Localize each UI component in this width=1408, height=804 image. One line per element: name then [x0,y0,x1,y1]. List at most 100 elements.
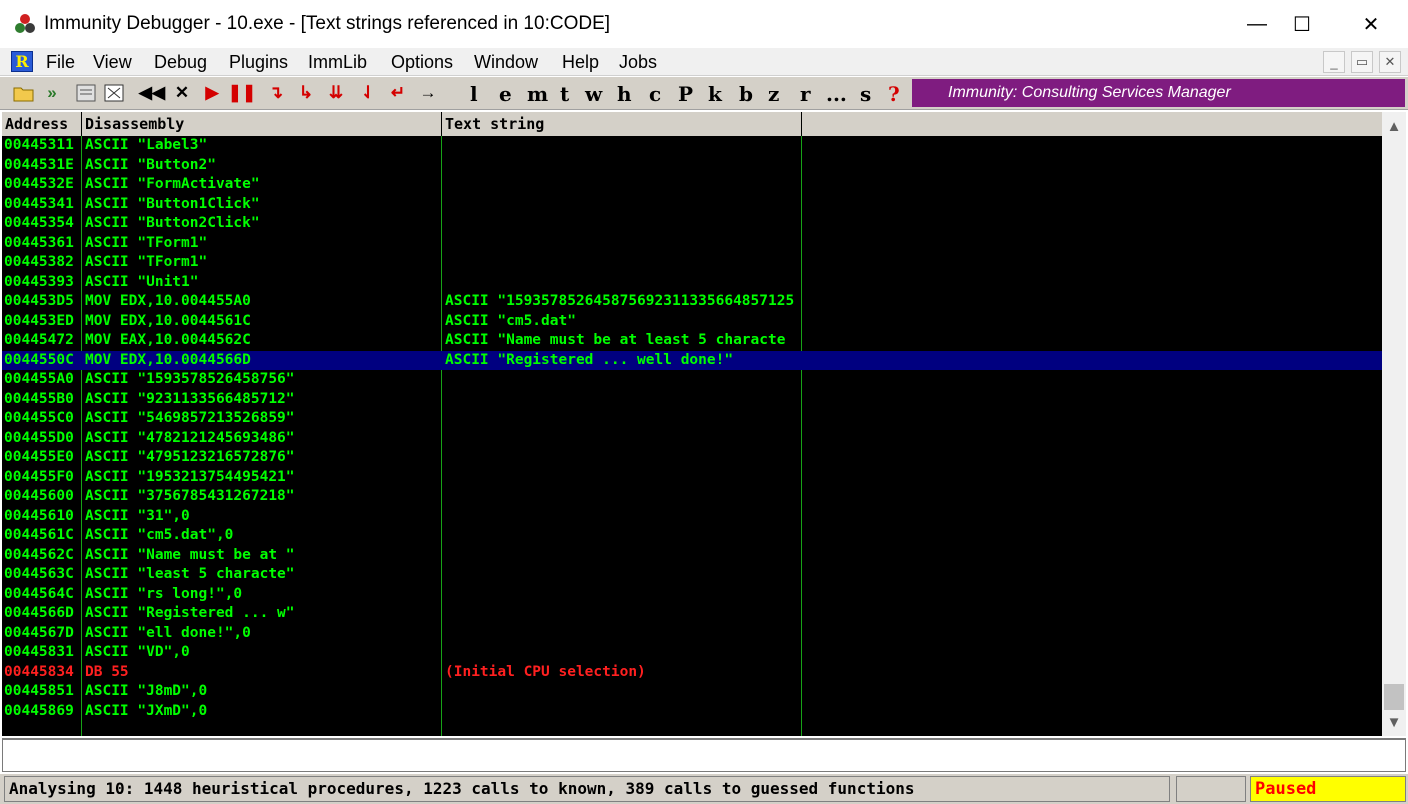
executable-modules-button[interactable]: e [499,82,512,106]
table-row[interactable]: 004455C0 ASCII "5469857213526859" [2,409,1382,429]
table-row[interactable]: 0044531E ASCII "Button2" [2,156,1382,176]
help-button[interactable]: ? [888,82,900,106]
table-row[interactable]: 004453D5 MOV EDX,10.004455A0 ASCII "159357… [2,292,1382,312]
minimize-button[interactable]: — [1232,0,1282,48]
column-disassembly[interactable]: Disassembly [82,112,442,136]
threads-button[interactable]: t [560,82,569,106]
table-row[interactable]: 00445610 ASCII "31",0 [2,507,1382,527]
table-row[interactable]: 00445354 ASCII "Button2Click" [2,214,1382,234]
mdi-close-button[interactable]: ✕ [1379,51,1401,73]
scroll-down-icon[interactable]: ▼ [1382,710,1406,734]
menu-debug[interactable]: Debug [154,52,207,73]
rewind-icon[interactable]: ◀◀ [139,82,165,104]
execute-till-return-icon[interactable]: ↵ [386,82,410,104]
disassembly-cell: ASCII "31",0 [85,507,190,524]
cpu-button[interactable]: c [649,82,661,106]
call-stack-button[interactable]: k [708,82,722,106]
trace-into-icon[interactable]: ⇊ [324,82,348,104]
menu-bar: R File View Debug Plugins ImmLib Options… [0,48,1408,76]
table-row[interactable]: 00445311 ASCII "Label3" [2,136,1382,156]
address-cell: 0044567D [4,624,74,641]
menu-file[interactable]: File [46,52,75,73]
table-row[interactable]: 004455F0 ASCII "1953213754495421" [2,468,1382,488]
table-row[interactable]: 00445851 ASCII "J8mD",0 [2,682,1382,702]
disassembly-cell: ASCII "VD",0 [85,644,190,660]
grid-icon[interactable] [102,82,126,104]
hardware-breakpoints-button[interactable]: z [768,82,779,106]
close-button[interactable]: ✕ [1346,0,1396,48]
scrollbar-thumb[interactable] [1384,684,1404,710]
mdi-restore-button[interactable]: ▭ [1351,51,1373,73]
table-row[interactable]: 00445600 ASCII "3756785431267218" [2,487,1382,507]
table-row[interactable]: 00445831 ASCII "VD",0 [2,643,1382,663]
table-row[interactable]: 00445341 ASCII "Button1Click" [2,195,1382,215]
table-row[interactable]: 0044563C ASCII "least 5 characte" [2,565,1382,585]
patches-button[interactable]: P [678,82,693,106]
column-header: Address Disassembly Text string [2,112,1382,136]
maximize-button[interactable]: ☐ [1277,0,1327,48]
restart-icon[interactable]: » [40,82,64,104]
table-row[interactable]: 00445472 MOV EAX,10.0044562C ASCII "Name m… [2,331,1382,351]
handles-button[interactable]: h [617,82,632,106]
disassembly-cell: ASCII "JXmD",0 [85,702,208,719]
text-string-cell: ASCII "Registered ... well done!" [445,351,734,368]
run-trace-button[interactable]: ... [826,82,847,106]
step-into-icon[interactable]: ↴ [264,82,288,104]
menu-view[interactable]: View [93,52,132,73]
table-row[interactable]: 0044562C ASCII "Name must be at " [2,546,1382,566]
consulting-banner[interactable]: Immunity: Consulting Services Manager [912,79,1405,107]
table-row[interactable]: 00445869 ASCII "JXmD",0 [2,702,1382,722]
table-row[interactable]: 004455B0 ASCII "9231133566485712" [2,390,1382,410]
scroll-up-icon[interactable]: ▲ [1382,114,1406,138]
column-text-string[interactable]: Text string [442,112,802,136]
table-row[interactable]: 0044564C ASCII "rs long!",0 [2,585,1382,605]
strings-list[interactable]: 00445311 ASCII "Label3" 0044531E ASCII "But… [2,136,1382,736]
run-icon[interactable]: ▶ [200,82,224,104]
close-process-icon[interactable]: ✕ [170,82,194,104]
table-row[interactable]: 004455D0 ASCII "4782121245693486" [2,429,1382,449]
open-folder-icon[interactable] [12,82,36,104]
log-window-button[interactable]: l [470,82,478,106]
vertical-scrollbar[interactable]: ▲ ▼ [1382,112,1406,736]
command-line-input[interactable] [2,738,1406,772]
go-to-icon[interactable]: → [416,82,440,104]
table-row[interactable]: 00445382 ASCII "TForm1" [2,253,1382,273]
mdi-minimize-button[interactable]: _ [1323,51,1345,73]
table-row[interactable]: 0044566D ASCII "Registered ... w" [2,604,1382,624]
table-row[interactable]: 00445834 DB 55 (Initial CPU selection) [2,663,1382,683]
table-row[interactable]: 0044567D ASCII "ell done!",0 [2,624,1382,644]
step-over-icon[interactable]: ↳ [294,82,318,104]
memory-map-button[interactable]: m [527,82,548,106]
table-row[interactable]: 0044561C ASCII "cm5.dat",0 [2,526,1382,546]
column-address[interactable]: Address [2,112,82,136]
table-row[interactable]: 004455E0 ASCII "4795123216572876" [2,448,1382,468]
menu-window[interactable]: Window [474,52,538,73]
menu-options[interactable]: Options [391,52,453,73]
table-row[interactable]: 004455A0 ASCII "1593578526458756" [2,370,1382,390]
references-button[interactable]: r [800,82,811,106]
toolbar: » ◀◀ ✕ ▶ ❚❚ ↴ ↳ ⇊ ⇃ ↵ → l e m t w h c P … [0,77,1408,110]
table-row[interactable]: 00445361 ASCII "TForm1" [2,234,1382,254]
window-list-icon[interactable] [74,82,98,104]
address-cell: 00445311 [4,137,74,153]
disassembly-cell: ASCII "3756785431267218" [85,488,295,504]
text-string-cell: ASCII "159357852645875692311335664857125 [445,293,795,309]
trace-over-icon[interactable]: ⇃ [356,82,380,104]
breakpoints-button[interactable]: b [739,82,753,106]
table-row[interactable]: 0044550C MOV EDX,10.0044566D ASCII "Regist… [2,350,1382,370]
address-cell: 00445610 [4,507,74,524]
disassembly-cell: MOV EDX,10.004455A0 [85,293,251,309]
immunity-app-icon [15,14,35,33]
disassembly-cell: ASCII "FormActivate" [85,176,260,192]
table-row[interactable]: 00445393 ASCII "Unit1" [2,273,1382,293]
menu-immlib[interactable]: ImmLib [308,52,367,73]
source-button[interactable]: s [860,82,871,106]
menu-plugins[interactable]: Plugins [229,52,288,73]
windows-button[interactable]: w [585,82,602,106]
r-logo-icon[interactable]: R [11,51,33,72]
menu-jobs[interactable]: Jobs [619,52,657,73]
pause-icon[interactable]: ❚❚ [228,82,257,104]
table-row[interactable]: 0044532E ASCII "FormActivate" [2,175,1382,195]
table-row[interactable]: 004453ED MOV EDX,10.0044561C ASCII "cm5.da… [2,312,1382,332]
menu-help[interactable]: Help [562,52,599,73]
